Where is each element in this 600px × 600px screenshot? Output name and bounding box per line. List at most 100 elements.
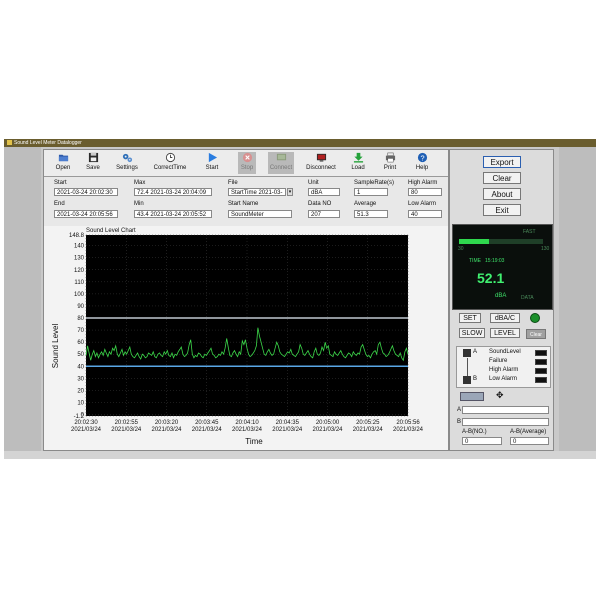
status-led-icon xyxy=(530,313,540,323)
chart-svg: Sound Level Chart 148.8 140 130 120 110 100 90… xyxy=(51,228,424,446)
x-tick-date: 2021/03/24 xyxy=(151,427,182,433)
file-select[interactable]: StartTime 2021-03- xyxy=(228,188,286,196)
y-tick-label: 110 xyxy=(74,280,84,286)
start-field: 2021-03-24 20:02:30 xyxy=(54,188,118,196)
x-tick-date: 2021/03/24 xyxy=(71,427,102,433)
ab-no-field: 0 xyxy=(462,437,502,445)
meter-speed-label: FAST xyxy=(523,229,536,235)
scale-left-label: 30 xyxy=(458,246,464,252)
marker-b-icon xyxy=(463,376,471,384)
info-fields: Start 2021-03-24 20:02:30 End 2021-03-24… xyxy=(44,177,448,221)
x-tick-time: 20:03:45 xyxy=(195,420,219,426)
help-icon: ? xyxy=(417,152,427,162)
start-button[interactable]: Start xyxy=(204,152,220,174)
max-field: 72.4 2021-03-24 20:04:09 xyxy=(134,188,212,196)
legend-panel: A B SoundLevel Failure High Alarm Low Al… xyxy=(456,346,551,388)
y-tick-label: 148.8 xyxy=(69,233,85,239)
x-tick-time: 20:05:00 xyxy=(316,420,340,426)
high-alarm-label: High Alarm xyxy=(408,180,438,186)
file-dropdown-arrow-icon[interactable]: ▾ xyxy=(287,188,293,196)
load-button[interactable]: Load xyxy=(350,152,366,174)
marker-a-label: A xyxy=(473,349,478,355)
settings-button[interactable]: Settings xyxy=(112,152,142,174)
y-tick-label: 60 xyxy=(77,340,84,346)
disconnect-button[interactable]: Disconnect xyxy=(304,152,338,174)
a-field xyxy=(462,406,549,414)
set-button[interactable]: SET xyxy=(459,313,481,323)
y-tick-label: 50 xyxy=(77,352,84,358)
high-alarm-field[interactable]: 80 xyxy=(408,188,442,196)
help-button[interactable]: ? Help xyxy=(414,152,430,174)
x-tick-time: 20:04:10 xyxy=(235,420,259,426)
open-button[interactable]: Open xyxy=(52,152,74,174)
clear-button[interactable]: Clear xyxy=(483,172,521,184)
sample-rate-field[interactable]: 1 xyxy=(354,188,388,196)
legend-failure: Failure xyxy=(489,358,508,364)
about-button[interactable]: About xyxy=(483,188,521,200)
low-alarm-field[interactable]: 40 xyxy=(408,210,442,218)
printer-icon xyxy=(385,152,395,163)
level-button[interactable]: LEVEL xyxy=(490,328,520,338)
y-tick-label: 130 xyxy=(74,256,85,262)
unit-field: dBA xyxy=(308,188,340,196)
x-tick-time: 20:05:25 xyxy=(356,420,380,426)
connect-icon xyxy=(276,153,286,161)
right-backdrop xyxy=(559,147,596,459)
chart-title: Sound Level Chart xyxy=(86,228,136,234)
clock-icon xyxy=(165,152,175,163)
floppy-icon xyxy=(88,152,98,163)
legend-swatch-sound-level[interactable] xyxy=(535,350,547,356)
y-tick-label: 140 xyxy=(74,244,85,250)
min-field: 43.4 2021-03-24 20:05:52 xyxy=(134,210,212,218)
meter-unit: dBA xyxy=(495,293,507,299)
svg-text:?: ? xyxy=(420,153,424,162)
legend-low-alarm: Low Alarm xyxy=(489,376,518,382)
average-label: Average xyxy=(354,201,377,207)
meter-display: FAST 30 130 TIME 15:19:03 52.1 dBA DATA xyxy=(452,224,553,310)
x-tick-time: 20:04:35 xyxy=(276,420,300,426)
sound-level-chart: Sound Level Chart 148.8 140 130 120 110 100 90… xyxy=(44,226,448,450)
y-tick-label: 120 xyxy=(74,268,85,274)
save-button[interactable]: Save xyxy=(82,152,104,174)
legend-swatch-high-alarm[interactable] xyxy=(535,368,547,374)
move-icon[interactable]: ✥ xyxy=(496,390,504,401)
meter-value: 52.1 xyxy=(477,270,505,286)
average-field: 51.3 xyxy=(354,210,388,218)
correct-time-button[interactable]: CorrectTime xyxy=(150,152,190,174)
left-backdrop xyxy=(4,147,41,459)
b-row-label: B xyxy=(457,419,462,425)
exit-button[interactable]: Exit xyxy=(483,204,521,216)
legend-swatch-failure[interactable] xyxy=(535,359,547,365)
export-button[interactable]: Export xyxy=(483,156,521,168)
app-window: Sound Level Meter Datalogger Open Save S… xyxy=(4,139,596,459)
ab-panel: ✥ A B A-B(NO.) A-B(Average) 0 0 xyxy=(452,388,551,449)
y-tick-label: 20 xyxy=(77,388,84,394)
folder-icon xyxy=(58,154,68,162)
end-label: End xyxy=(54,201,65,207)
side-panel: Export Clear About Exit FAST 30 130 TIME… xyxy=(449,149,554,451)
stop-button[interactable]: Stop xyxy=(238,152,256,174)
x-tick-date: 2021/03/24 xyxy=(111,427,142,433)
min-label: Min xyxy=(134,201,144,207)
level-bar-fill xyxy=(459,239,489,244)
x-tick-time: 20:05:56 xyxy=(396,420,420,426)
legend-swatch-low-alarm[interactable] xyxy=(535,377,547,383)
marker-b-label: B xyxy=(473,376,478,382)
level-bar-track xyxy=(489,239,543,244)
print-button[interactable]: Print xyxy=(382,152,398,174)
slow-button[interactable]: SLOW xyxy=(459,328,485,338)
download-arrow-icon xyxy=(353,152,363,163)
clear-small-button[interactable]: Clear xyxy=(526,329,546,339)
x-tick-date: 2021/03/24 xyxy=(272,427,303,433)
connect-button[interactable]: Connect xyxy=(268,152,294,174)
start-name-field[interactable]: SoundMeter xyxy=(228,210,292,218)
dba-c-button[interactable]: dBA/C xyxy=(490,313,520,323)
file-label: File xyxy=(228,180,238,186)
ab-tools-icon[interactable] xyxy=(460,392,484,401)
x-tick-date: 2021/03/24 xyxy=(353,427,384,433)
x-tick-time: 20:02:55 xyxy=(115,420,139,426)
window-title: Sound Level Meter Datalogger xyxy=(14,140,82,146)
x-tick-date: 2021/03/24 xyxy=(232,427,263,433)
ab-no-label: A-B(NO.) xyxy=(462,429,487,435)
sample-rate-label: SampleRate(s) xyxy=(354,180,395,186)
